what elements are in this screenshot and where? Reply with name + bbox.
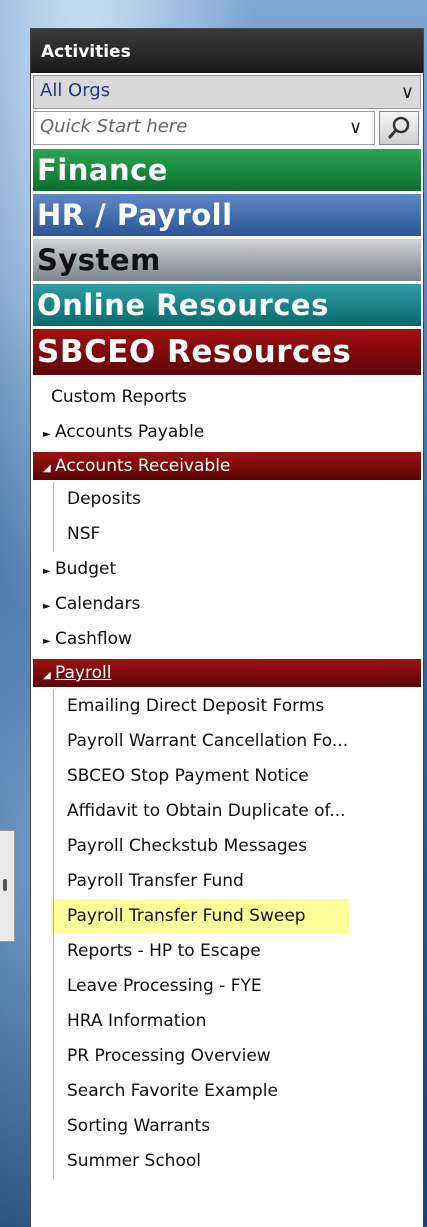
tree-item-accounts-receivable[interactable]: ◢ Accounts Receivable bbox=[33, 452, 421, 480]
chevron-down-icon[interactable]: ∨ bbox=[401, 82, 414, 103]
tree-item-label: Custom Reports bbox=[51, 387, 187, 407]
triangle-down-icon[interactable]: ◢ bbox=[43, 662, 53, 687]
triangle-down-icon[interactable]: ◢ bbox=[43, 455, 53, 480]
tree-item-payroll-transfer-fund[interactable]: Payroll Transfer Fund bbox=[31, 864, 423, 899]
tree-item-label: Summer School bbox=[67, 1151, 201, 1171]
triangle-right-icon[interactable]: ► bbox=[43, 417, 53, 450]
tree-item-label: Sorting Warrants bbox=[67, 1116, 211, 1136]
resource-tree: Custom Reports ► Accounts Payable ◢ Accoun… bbox=[31, 378, 423, 1179]
tree-item-leave-processing-fye[interactable]: Leave Processing - FYE bbox=[31, 969, 423, 1004]
triangle-right-icon[interactable]: ► bbox=[43, 554, 53, 587]
tree-item-label: HRA Information bbox=[67, 1011, 207, 1031]
tree-item-label: Deposits bbox=[67, 489, 141, 509]
tree-item-payroll-warrant-cancellation[interactable]: Payroll Warrant Cancellation Fo... bbox=[31, 724, 423, 759]
grip-icon bbox=[3, 879, 7, 891]
category-sbceo-resources[interactable]: SBCEO Resources bbox=[33, 329, 421, 375]
triangle-right-icon[interactable]: ► bbox=[43, 624, 53, 657]
tree-item-label: Calendars bbox=[55, 594, 141, 614]
tree-item-nsf[interactable]: NSF bbox=[31, 517, 423, 552]
tree-item-reports-hp-to-escape[interactable]: Reports - HP to Escape bbox=[31, 934, 423, 969]
tree-item-label: Payroll Warrant Cancellation Fo... bbox=[67, 731, 349, 751]
tree-item-label: Search Favorite Example bbox=[67, 1081, 278, 1101]
tree-item-label: Cashflow bbox=[55, 629, 132, 649]
tree-item-sbceo-stop-payment-notice[interactable]: SBCEO Stop Payment Notice bbox=[31, 759, 423, 794]
chevron-down-icon[interactable]: ∨ bbox=[349, 117, 362, 138]
tree-item-deposits[interactable]: Deposits bbox=[31, 482, 423, 517]
quick-start-input[interactable]: Quick Start here bbox=[33, 111, 375, 145]
tree-item-sorting-warrants[interactable]: Sorting Warrants bbox=[31, 1109, 423, 1144]
activities-panel: Activities All Orgs ∨ Quick Start here ∨… bbox=[30, 28, 424, 1227]
tree-item-label: Payroll Transfer Fund Sweep bbox=[51, 899, 349, 933]
tree-item-cashflow[interactable]: ► Cashflow bbox=[31, 622, 423, 657]
tree-item-label: SBCEO Stop Payment Notice bbox=[67, 766, 309, 786]
quick-start: Quick Start here ∨ bbox=[33, 111, 421, 145]
tree-item-label: Payroll Transfer Fund bbox=[67, 871, 244, 891]
tree-item-label: Payroll bbox=[55, 663, 112, 683]
magnifier-icon bbox=[387, 116, 410, 139]
tree-item-accounts-payable[interactable]: ► Accounts Payable bbox=[31, 415, 423, 450]
tree-item-label: Accounts Receivable bbox=[55, 456, 231, 476]
org-select-value: All Orgs bbox=[40, 80, 111, 101]
tree-item-label: PR Processing Overview bbox=[67, 1046, 271, 1066]
side-dock-handle[interactable] bbox=[0, 830, 15, 942]
tree-item-budget[interactable]: ► Budget bbox=[31, 552, 423, 587]
triangle-right-icon[interactable]: ► bbox=[43, 589, 53, 622]
tree-item-label: Accounts Payable bbox=[55, 422, 205, 442]
tree-item-search-favorite-example[interactable]: Search Favorite Example bbox=[31, 1074, 423, 1109]
tree-item-label: Leave Processing - FYE bbox=[67, 976, 262, 996]
org-select[interactable]: All Orgs ∨ bbox=[33, 75, 421, 109]
tree-item-affidavit-duplicate[interactable]: Affidavit to Obtain Duplicate of... bbox=[31, 794, 423, 829]
tree-item-payroll-transfer-fund-sweep[interactable]: Payroll Transfer Fund Sweep bbox=[31, 899, 423, 934]
tree-item-summer-school[interactable]: Summer School bbox=[31, 1144, 423, 1179]
tree-item-payroll-checkstub-messages[interactable]: Payroll Checkstub Messages bbox=[31, 829, 423, 864]
category-hr-payroll[interactable]: HR / Payroll bbox=[33, 194, 421, 236]
tree-item-emailing-direct-deposit-forms[interactable]: Emailing Direct Deposit Forms bbox=[31, 689, 423, 724]
tree-item-hra-information[interactable]: HRA Information bbox=[31, 1004, 423, 1039]
tree-item-label: Reports - HP to Escape bbox=[67, 941, 261, 961]
tree-item-label: Emailing Direct Deposit Forms bbox=[67, 696, 325, 716]
tree-item-payroll[interactable]: ◢ Payroll bbox=[33, 659, 421, 687]
category-online-resources[interactable]: Online Resources bbox=[33, 284, 421, 326]
category-system[interactable]: System bbox=[33, 239, 421, 281]
tree-item-calendars[interactable]: ► Calendars bbox=[31, 587, 423, 622]
tree-item-label: NSF bbox=[67, 524, 101, 544]
search-button[interactable] bbox=[379, 111, 419, 145]
tree-item-label: Affidavit to Obtain Duplicate of... bbox=[67, 801, 346, 821]
tree-item-label: Payroll Checkstub Messages bbox=[67, 836, 307, 856]
category-finance[interactable]: Finance bbox=[33, 149, 421, 191]
tree-item-custom-reports[interactable]: Custom Reports bbox=[31, 380, 423, 415]
tree-item-pr-processing-overview[interactable]: PR Processing Overview bbox=[31, 1039, 423, 1074]
panel-title: Activities bbox=[31, 29, 423, 73]
tree-item-label: Budget bbox=[55, 559, 117, 579]
